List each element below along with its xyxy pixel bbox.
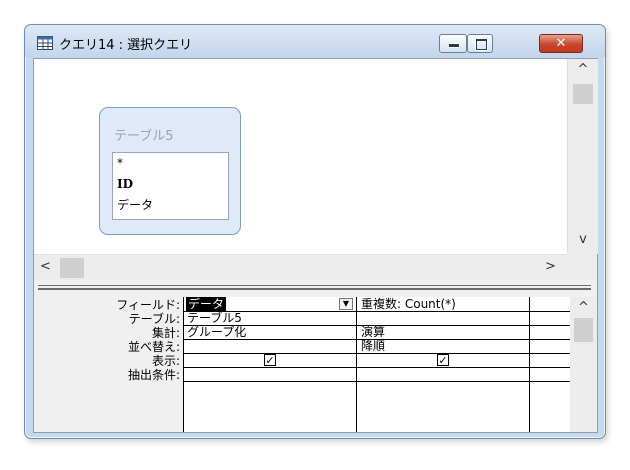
close-button[interactable]: ✕	[539, 34, 583, 53]
maximize-button[interactable]	[467, 34, 493, 53]
grid-column-line	[529, 297, 530, 432]
show-checkbox[interactable]: ✓	[264, 354, 276, 366]
grid-field-cell[interactable]: データ	[186, 297, 227, 311]
grid-field-cell[interactable]: 重複数: Count(*)	[361, 297, 456, 311]
maximize-icon	[476, 39, 487, 50]
table-pane-horizontal-scrollbar[interactable]: < >	[34, 254, 567, 281]
row-label-total: 集計:	[151, 326, 180, 340]
minimize-icon	[449, 44, 459, 47]
scroll-down-icon[interactable]: v	[568, 232, 598, 247]
query-design-grid[interactable]: データ ▼ テーブル5 グループ化 ✓ 重複数: Count(*) 演算 降順 …	[183, 297, 571, 432]
grid-total-cell[interactable]: 演算	[361, 325, 385, 339]
window-title: クエリ14 : 選択クエリ	[59, 38, 193, 53]
field-item-all[interactable]: *	[117, 156, 123, 170]
grid-total-cell[interactable]: グループ化	[187, 325, 246, 339]
row-label-criteria: 抽出条件:	[127, 368, 180, 382]
grid-table-cell[interactable]: テーブル5	[187, 311, 242, 325]
query-client-area: テーブル5 * ID データ ^ v < > フィールド: テーブル: 集計: …	[33, 58, 598, 433]
grid-vertical-scrollbar[interactable]: ^	[570, 297, 597, 432]
splitter-line	[38, 288, 591, 290]
title-bar[interactable]: クエリ14 : 選択クエリ ✕	[25, 25, 605, 57]
close-icon: ✕	[555, 36, 567, 51]
table-field-list[interactable]: テーブル5 * ID データ	[99, 107, 241, 235]
grid-row-line	[184, 311, 571, 312]
query-window: クエリ14 : 選択クエリ ✕ テーブル5 * ID データ ^ v < > フ…	[24, 24, 606, 439]
grid-row-line	[184, 367, 571, 368]
grid-column-line	[356, 297, 357, 432]
scroll-right-icon[interactable]: >	[545, 259, 556, 274]
scroll-up-icon[interactable]: ^	[568, 62, 598, 77]
table-pane[interactable]: テーブル5 * ID データ ^ v < >	[34, 59, 598, 281]
scroll-up-icon[interactable]: ^	[570, 300, 597, 315]
minimize-button[interactable]	[439, 34, 467, 53]
field-list[interactable]: * ID データ	[112, 152, 229, 220]
field-item-data[interactable]: データ	[117, 198, 153, 212]
pane-splitter[interactable]	[34, 280, 597, 294]
query-grid-icon	[37, 36, 53, 50]
table-pane-vertical-scrollbar[interactable]: ^ v	[567, 59, 598, 254]
scroll-thumb[interactable]	[574, 318, 593, 342]
table-field-list-title[interactable]: テーブル5	[114, 125, 174, 144]
scrollbar-corner	[567, 254, 597, 280]
grid-row-line	[184, 381, 571, 382]
row-label-show: 表示:	[151, 354, 180, 368]
scroll-thumb[interactable]	[573, 84, 593, 104]
field-item-id[interactable]: ID	[117, 177, 133, 191]
row-label-field: フィールド:	[116, 298, 180, 312]
row-label-sort: 並べ替え:	[127, 340, 180, 354]
scroll-left-icon[interactable]: <	[40, 259, 51, 274]
scroll-thumb[interactable]	[60, 258, 84, 278]
grid-sort-cell[interactable]: 降順	[361, 339, 385, 353]
grid-row-line	[184, 353, 571, 354]
dropdown-arrow-icon[interactable]: ▼	[339, 298, 353, 310]
row-label-table: テーブル:	[128, 312, 180, 326]
show-checkbox[interactable]: ✓	[437, 354, 449, 366]
splitter-line	[38, 285, 591, 286]
